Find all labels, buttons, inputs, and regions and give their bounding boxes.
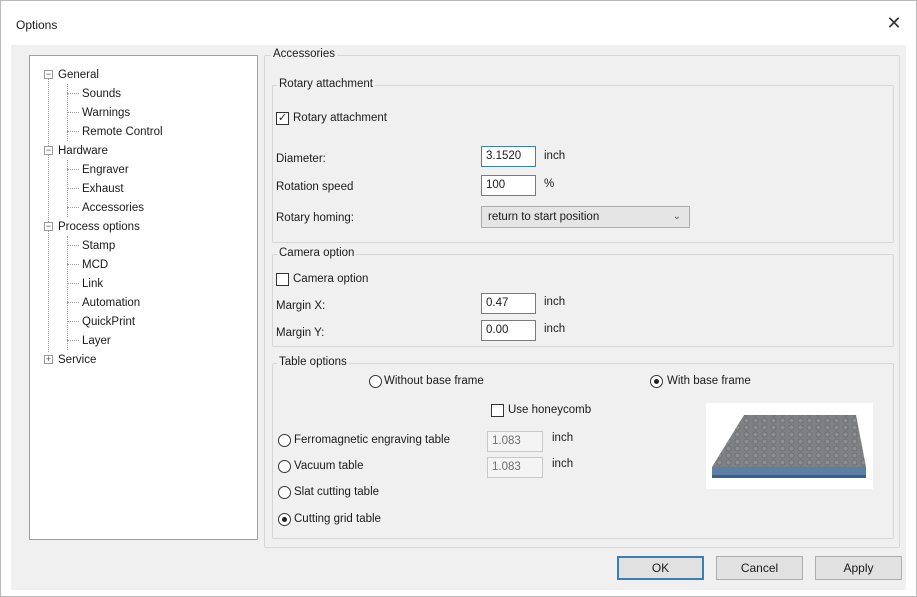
margin-y-input[interactable]: 0.00 bbox=[481, 320, 536, 341]
table-options-group-label: Table options bbox=[277, 356, 349, 368]
rotary-homing-label: Rotary homing: bbox=[276, 212, 354, 224]
close-icon[interactable]: ✕ bbox=[882, 11, 906, 35]
margin-x-input[interactable]: 0.47 bbox=[481, 293, 536, 314]
tree-collapse-icon[interactable]: − bbox=[44, 70, 53, 79]
tree-collapse-icon[interactable]: − bbox=[44, 222, 53, 231]
cutting-grid-table-label: Cutting grid table bbox=[294, 513, 381, 525]
cancel-button[interactable]: Cancel bbox=[716, 556, 803, 580]
rotary-homing-select[interactable]: return to start position ⌄ bbox=[481, 206, 690, 228]
title-bar: Options ✕ bbox=[1, 1, 916, 45]
tree-item-layer[interactable]: Layer bbox=[82, 332, 111, 350]
rotation-speed-unit: % bbox=[544, 178, 555, 190]
tree-item-service[interactable]: Service bbox=[58, 351, 96, 369]
without-base-frame-label: Without base frame bbox=[384, 375, 484, 387]
tree-item-automation[interactable]: Automation bbox=[82, 294, 140, 312]
without-base-frame-radio[interactable] bbox=[369, 375, 382, 388]
accessories-panel-title: Accessories bbox=[271, 48, 337, 60]
rotary-homing-value: return to start position bbox=[488, 211, 600, 223]
options-dialog: Options ✕ − − − + General Sounds Warning… bbox=[0, 0, 917, 597]
tree-item-stamp[interactable]: Stamp bbox=[82, 237, 115, 255]
tree-item-warnings[interactable]: Warnings bbox=[82, 104, 130, 122]
rotation-speed-label: Rotation speed bbox=[276, 181, 354, 193]
tree-item-quickprint[interactable]: QuickPrint bbox=[82, 313, 135, 331]
camera-option-group bbox=[272, 254, 894, 347]
use-honeycomb-checkbox[interactable] bbox=[491, 404, 504, 417]
diameter-label: Diameter: bbox=[276, 153, 326, 165]
options-tree: − − − + General Sounds Warnings Remote C… bbox=[29, 55, 258, 540]
tree-collapse-icon[interactable]: − bbox=[44, 146, 53, 155]
with-base-frame-label: With base frame bbox=[667, 375, 751, 387]
rotary-attachment-group-label: Rotary attachment bbox=[277, 78, 375, 90]
use-honeycomb-label: Use honeycomb bbox=[508, 404, 592, 416]
vacuum-thickness-unit: inch bbox=[552, 458, 574, 470]
tree-item-mcd[interactable]: MCD bbox=[82, 256, 108, 274]
diameter-input[interactable]: 3.1520 bbox=[481, 146, 536, 167]
margin-x-label: Margin X: bbox=[276, 300, 326, 312]
diameter-unit: inch bbox=[544, 150, 566, 162]
camera-option-checkbox-label: Camera option bbox=[293, 273, 369, 285]
tree-item-process-options[interactable]: Process options bbox=[58, 218, 140, 236]
ferromagnetic-thickness-unit: inch bbox=[552, 432, 574, 444]
slat-cutting-table-radio[interactable] bbox=[278, 486, 291, 499]
tree-expand-icon[interactable]: + bbox=[44, 355, 53, 364]
tree-item-hardware[interactable]: Hardware bbox=[58, 142, 108, 160]
with-base-frame-radio[interactable] bbox=[650, 375, 663, 388]
vacuum-table-radio[interactable] bbox=[278, 460, 291, 473]
apply-button[interactable]: Apply bbox=[815, 556, 902, 580]
rotation-speed-input[interactable]: 100 bbox=[481, 175, 536, 196]
margin-y-unit: inch bbox=[544, 323, 566, 335]
rotary-attachment-checkbox-label: Rotary attachment bbox=[293, 112, 387, 124]
margin-x-unit: inch bbox=[544, 296, 566, 308]
tree-item-sounds[interactable]: Sounds bbox=[82, 85, 121, 103]
vacuum-thickness-input[interactable]: 1.083 bbox=[487, 457, 543, 478]
tree-item-link[interactable]: Link bbox=[82, 275, 103, 293]
margin-y-label: Margin Y: bbox=[276, 327, 325, 339]
tree-item-remote-control[interactable]: Remote Control bbox=[82, 123, 163, 141]
slat-cutting-table-label: Slat cutting table bbox=[294, 486, 380, 498]
cutting-table-preview-image bbox=[706, 403, 873, 489]
ferromagnetic-thickness-input[interactable]: 1.083 bbox=[487, 431, 543, 452]
tree-item-accessories[interactable]: Accessories bbox=[82, 199, 144, 217]
dialog-client-area: − − − + General Sounds Warnings Remote C… bbox=[11, 45, 906, 590]
ferromagnetic-table-label: Ferromagnetic engraving table bbox=[294, 434, 450, 446]
ok-button[interactable]: OK bbox=[617, 556, 704, 580]
tree-item-exhaust[interactable]: Exhaust bbox=[82, 180, 124, 198]
tree-item-engraver[interactable]: Engraver bbox=[82, 161, 129, 179]
tree-item-general[interactable]: General bbox=[58, 66, 99, 84]
cutting-grid-table-radio[interactable] bbox=[278, 513, 291, 526]
ferromagnetic-table-radio[interactable] bbox=[278, 434, 291, 447]
chevron-down-icon: ⌄ bbox=[672, 211, 681, 222]
rotary-attachment-checkbox[interactable]: ✓ bbox=[276, 112, 289, 125]
window-title: Options bbox=[16, 18, 58, 32]
camera-option-checkbox[interactable] bbox=[276, 273, 289, 286]
camera-option-group-label: Camera option bbox=[277, 247, 357, 259]
vacuum-table-label: Vacuum table bbox=[294, 460, 364, 472]
